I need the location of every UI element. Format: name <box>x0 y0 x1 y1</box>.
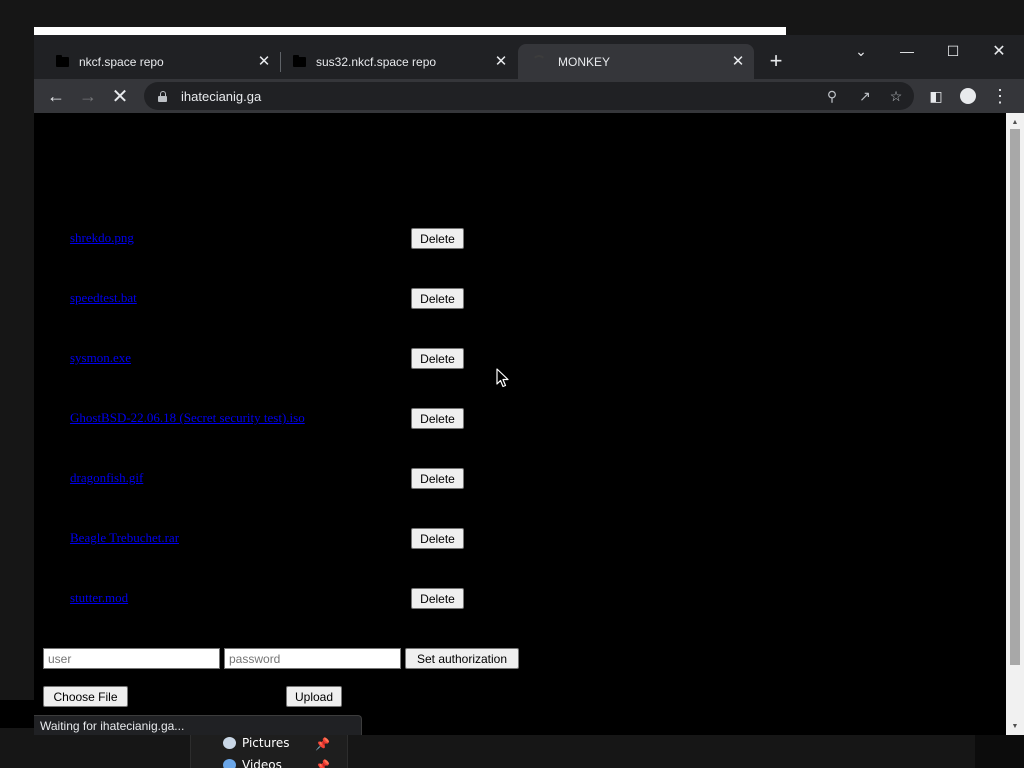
password-input[interactable] <box>224 648 401 669</box>
more-vert-icon: ⋮ <box>991 85 1009 106</box>
delete-button[interactable]: Delete <box>411 348 464 369</box>
loading-spinner-icon <box>532 54 546 69</box>
scroll-down-icon[interactable]: ▼ <box>1006 719 1024 733</box>
plus-icon: + <box>769 48 783 73</box>
tab-title: nkcf.space repo <box>79 54 164 69</box>
forward-button[interactable]: → <box>74 82 102 110</box>
minimize-icon: — <box>900 43 914 59</box>
explorer-item-label: Pictures <box>242 736 290 750</box>
close-icon: ✕ <box>992 43 1006 60</box>
file-link[interactable]: dragonfish.gif <box>70 470 143 486</box>
tab-strip: nkcf.space repo ✕ sus32.nkcf.space repo … <box>34 35 1024 79</box>
list-item: Beagle Trebuchet.rar Delete <box>70 528 470 550</box>
search-icon[interactable]: ⚲ <box>822 86 842 106</box>
close-icon: ✕ <box>111 85 129 108</box>
new-tab-button[interactable]: + <box>762 47 790 75</box>
avatar-icon <box>960 88 976 104</box>
mouse-pointer-icon <box>496 368 509 388</box>
list-item: sysmon.exe Delete <box>70 348 470 370</box>
folder-icon <box>56 54 69 67</box>
chevron-down-icon: ⌄ <box>855 42 867 59</box>
explorer-item-videos[interactable]: Videos 📌 <box>223 755 330 768</box>
back-button[interactable]: ← <box>42 82 70 110</box>
delete-button[interactable]: Delete <box>411 528 464 549</box>
arrow-left-icon: ← <box>47 85 65 106</box>
stop-loading-button[interactable]: ✕ <box>106 82 134 110</box>
folder-icon <box>293 54 306 67</box>
tab-nkcf-repo[interactable]: nkcf.space repo ✕ <box>34 44 280 79</box>
file-link[interactable]: GhostBSD-22.06.18 (Secret security test)… <box>70 410 305 426</box>
user-input[interactable] <box>43 648 220 669</box>
delete-button[interactable]: Delete <box>411 408 464 429</box>
page-viewport: shrekdo.png Delete speedtest.bat Delete … <box>34 113 1006 735</box>
list-item: dragonfish.gif Delete <box>70 468 470 490</box>
tab-search-button[interactable]: ⌄ <box>838 37 884 65</box>
lock-icon <box>158 90 167 102</box>
background-window-edge <box>34 27 786 35</box>
address-bar[interactable]: ihatecianig.ga ⚲ ↗ ☆ <box>144 82 914 110</box>
close-icon[interactable]: ✕ <box>730 53 746 70</box>
minimize-button[interactable]: — <box>884 37 930 65</box>
browser-window: nkcf.space repo ✕ sus32.nkcf.space repo … <box>34 35 1024 735</box>
scroll-up-icon[interactable]: ▲ <box>1006 115 1024 129</box>
maximize-icon: ☐ <box>946 42 960 59</box>
delete-button[interactable]: Delete <box>411 588 464 609</box>
arrow-right-icon: → <box>79 85 97 106</box>
file-link[interactable]: shrekdo.png <box>70 230 134 246</box>
close-icon[interactable]: ✕ <box>493 53 509 70</box>
close-window-button[interactable]: ✕ <box>976 37 1022 65</box>
tab-title: sus32.nkcf.space repo <box>316 54 437 69</box>
star-icon[interactable]: ☆ <box>886 86 906 106</box>
maximize-button[interactable]: ☐ <box>930 37 976 65</box>
vertical-scrollbar[interactable]: ▲ ▼ <box>1006 113 1024 735</box>
file-link[interactable]: Beagle Trebuchet.rar <box>70 530 179 546</box>
desktop-taskbar-fragment <box>975 735 1024 768</box>
scrollbar-thumb[interactable] <box>1010 129 1020 665</box>
list-item: stutter.mod Delete <box>70 588 470 610</box>
tab-monkey[interactable]: MONKEY ✕ <box>518 44 754 79</box>
videos-folder-icon <box>223 759 236 768</box>
choose-file-button[interactable]: Choose File <box>43 686 128 707</box>
file-link[interactable]: stutter.mod <box>70 590 128 606</box>
tab-sus32-repo[interactable]: sus32.nkcf.space repo ✕ <box>271 44 517 79</box>
browser-toolbar: ← → ✕ ihatecianig.ga ⚲ ↗ ☆ ◧ ⋮ <box>34 79 1024 113</box>
list-item: shrekdo.png Delete <box>70 228 470 250</box>
status-bubble: Waiting for ihatecianig.ga... <box>34 715 362 735</box>
side-panel-icon: ◧ <box>929 87 943 104</box>
pin-icon: 📌 <box>315 759 330 768</box>
file-link[interactable]: sysmon.exe <box>70 350 131 366</box>
menu-button[interactable]: ⋮ <box>986 82 1014 110</box>
pictures-folder-icon <box>223 737 236 749</box>
url-text: ihatecianig.ga <box>181 88 262 104</box>
delete-button[interactable]: Delete <box>411 228 464 249</box>
explorer-item-pictures[interactable]: Pictures 📌 <box>223 733 330 753</box>
side-panel-button[interactable]: ◧ <box>922 82 950 110</box>
close-icon[interactable]: ✕ <box>256 53 272 70</box>
share-icon[interactable]: ↗ <box>855 86 875 106</box>
file-link[interactable]: speedtest.bat <box>70 290 137 306</box>
delete-button[interactable]: Delete <box>411 468 464 489</box>
upload-button[interactable]: Upload <box>286 686 342 707</box>
profile-button[interactable] <box>954 82 982 110</box>
pin-icon: 📌 <box>315 737 330 751</box>
set-authorization-button[interactable]: Set authorization <box>405 648 519 669</box>
tab-title: MONKEY <box>558 54 611 69</box>
explorer-item-label: Videos <box>242 758 282 768</box>
list-item: GhostBSD-22.06.18 (Secret security test)… <box>70 408 470 430</box>
delete-button[interactable]: Delete <box>411 288 464 309</box>
desktop-shadow <box>0 700 34 728</box>
list-item: speedtest.bat Delete <box>70 288 470 310</box>
